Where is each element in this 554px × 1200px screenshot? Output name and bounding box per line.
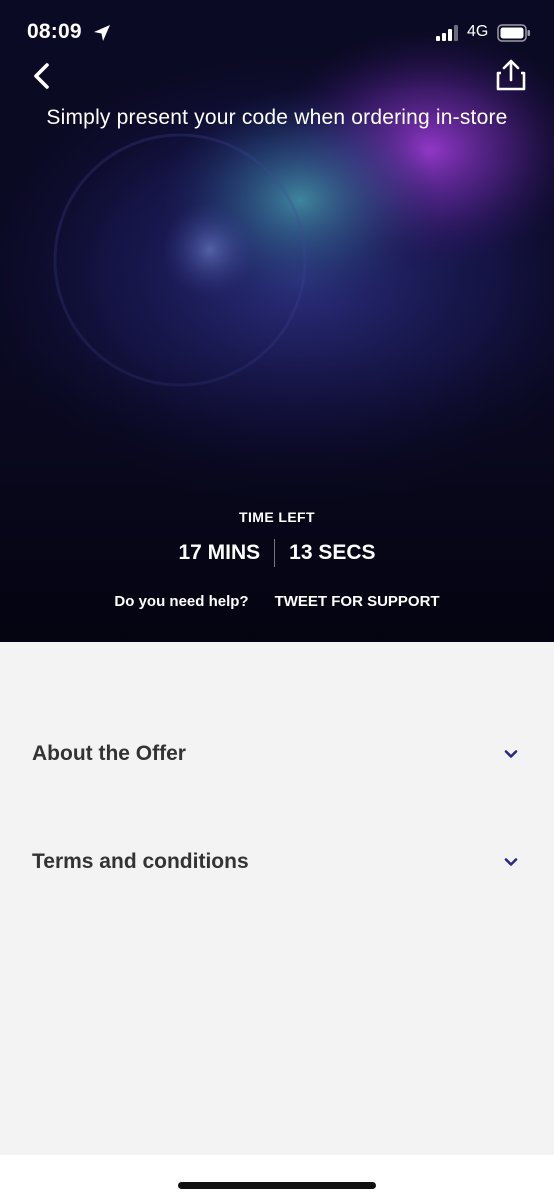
- tweet-for-support-link[interactable]: TWEET FOR SUPPORT: [275, 593, 440, 610]
- offer-code-screen: 08:09 4G Simply present your code when o…: [0, 0, 554, 1200]
- chevron-left-icon[interactable]: [28, 60, 56, 92]
- status-time: 08:09: [27, 20, 82, 43]
- hero-section: 08:09 4G Simply present your code when o…: [0, 0, 554, 642]
- accordion-about-offer[interactable]: About the Offer: [0, 726, 554, 786]
- help-text: Do you need help?: [114, 593, 249, 610]
- help-row: Do you need help? TWEET FOR SUPPORT: [0, 593, 554, 610]
- location-arrow-icon: [94, 25, 110, 41]
- chevron-down-icon: [504, 858, 518, 866]
- status-bar: 08:09 4G: [0, 0, 554, 66]
- timer-minutes: 17 MINS: [178, 541, 261, 564]
- signal-bars-icon: [436, 25, 458, 41]
- network-type: 4G: [467, 23, 489, 40]
- accordion-label: Terms and conditions: [32, 850, 249, 873]
- accordion-terms-and-conditions[interactable]: Terms and conditions: [0, 834, 554, 894]
- share-icon[interactable]: [494, 58, 528, 92]
- countdown-timer: 17 MINS 13 SECS: [0, 538, 554, 568]
- timer-seconds: 13 SECS: [289, 541, 376, 564]
- home-indicator-area: [0, 1155, 554, 1200]
- instruction-text: Simply present your code when ordering i…: [46, 106, 508, 129]
- battery-icon: [497, 24, 530, 42]
- time-left-label: TIME LEFT: [239, 509, 315, 525]
- home-indicator[interactable]: [178, 1182, 376, 1189]
- accordion-label: About the Offer: [32, 742, 186, 765]
- chevron-down-icon: [504, 750, 518, 758]
